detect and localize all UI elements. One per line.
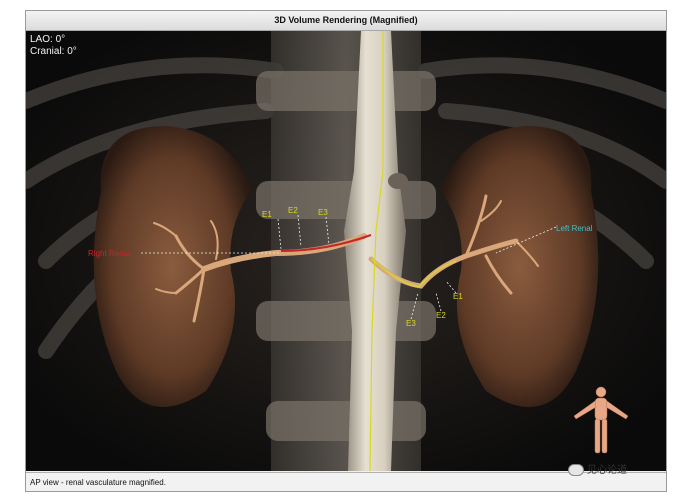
watermark-text: 见心论道	[587, 465, 627, 476]
left-e3-label: E3	[406, 319, 416, 328]
volume-render-viewport[interactable]: Right Renal E1 E2 E3 Left Renal E1 E2 E3…	[26, 31, 666, 471]
orientation-readout: LAO: 0° Cranial: 0°	[30, 34, 77, 58]
right-e3-label: E3	[318, 208, 328, 217]
aorta-branch	[388, 173, 408, 189]
right-e2-label: E2	[288, 206, 298, 215]
right-e1-label: E1	[262, 210, 272, 219]
viewer-window: 3D Volume Rendering (Magnified) Right Re…	[25, 10, 667, 492]
wechat-icon	[568, 464, 584, 477]
left-e2-label: E2	[436, 311, 446, 320]
left-e1-label: E1	[453, 292, 463, 301]
right-renal-label: Right Renal	[88, 249, 130, 258]
cranial-angle: Cranial: 0°	[30, 46, 77, 57]
window-title: 3D Volume Rendering (Magnified)	[26, 11, 666, 31]
watermark: 见心论道	[568, 464, 627, 478]
lao-angle: LAO: 0°	[30, 34, 66, 45]
left-renal-label: Left Renal	[556, 224, 593, 233]
volume-render-image: Right Renal E1 E2 E3 Left Renal E1 E2 E3	[26, 31, 666, 471]
